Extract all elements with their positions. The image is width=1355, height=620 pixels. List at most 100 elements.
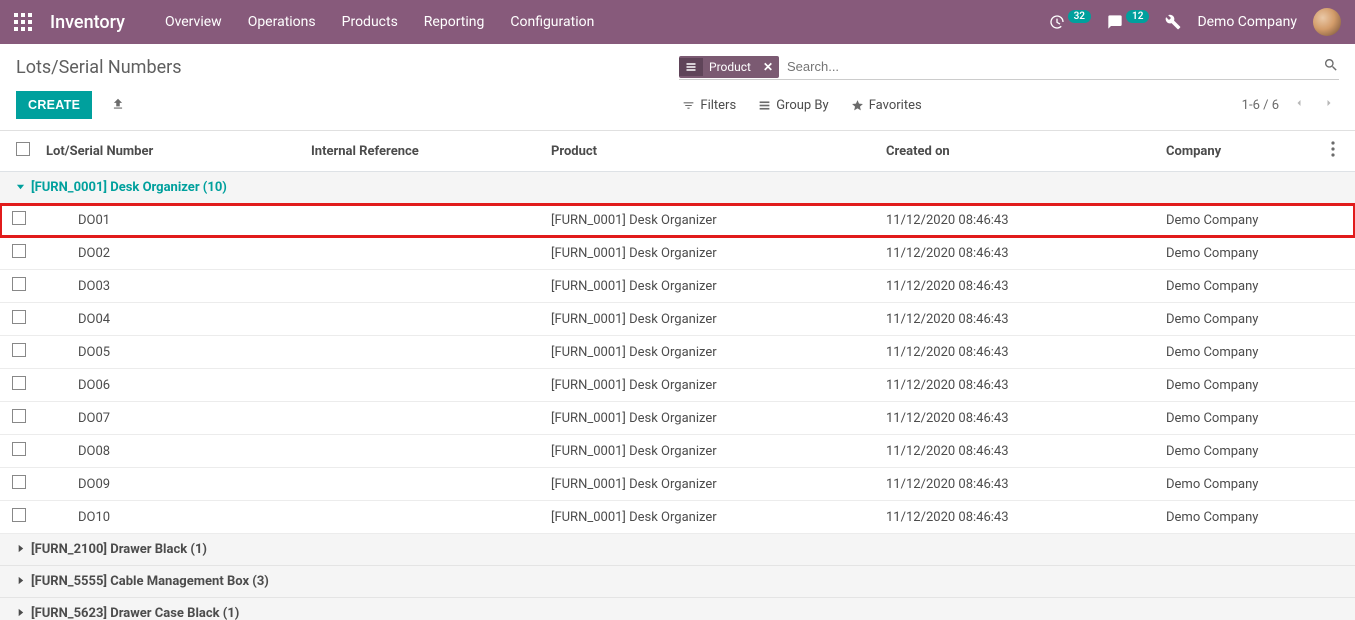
cell-lot: DO06 (38, 369, 303, 402)
filters-label: Filters (700, 98, 736, 113)
col-ref[interactable]: Internal Reference (303, 131, 543, 172)
activity-icon[interactable]: 32 (1049, 14, 1091, 30)
menu-configuration[interactable]: Configuration (510, 14, 594, 30)
table-row[interactable]: DO06 [FURN_0001] Desk Organizer11/12/2020… (0, 369, 1355, 402)
table-row[interactable]: DO10[FURN_0001] Desk Organizer11/12/2020… (0, 501, 1355, 534)
row-checkbox[interactable] (12, 409, 26, 423)
cell-lot: DO09 (38, 468, 303, 501)
pager-count: 1-6 / 6 (1242, 98, 1279, 113)
table-row[interactable]: DO07[FURN_0001] Desk Organizer11/12/2020… (0, 402, 1355, 435)
table-row[interactable]: DO03[FURN_0001] Desk Organizer11/12/2020… (0, 270, 1355, 303)
cell-ref (303, 501, 543, 534)
cell-ref (303, 303, 543, 336)
create-button[interactable]: CREATE (16, 91, 92, 119)
user-avatar[interactable] (1313, 8, 1341, 36)
pager-prev[interactable] (1289, 93, 1309, 117)
list-view: Lot/Serial Number Internal Reference Pro… (0, 131, 1355, 620)
group-row[interactable]: [FURN_5555] Cable Management Box (3) (0, 566, 1355, 598)
cell-ref (303, 270, 543, 303)
table-row[interactable]: DO08[FURN_0001] Desk Organizer11/12/2020… (0, 435, 1355, 468)
row-checkbox[interactable] (12, 343, 26, 357)
row-checkbox[interactable] (12, 442, 26, 456)
cell-ref (303, 204, 543, 237)
cell-ref (303, 402, 543, 435)
table-header-row: Lot/Serial Number Internal Reference Pro… (0, 131, 1355, 172)
lots-table: Lot/Serial Number Internal Reference Pro… (0, 131, 1355, 620)
search-bar: Product ✕ (679, 54, 1339, 80)
cell-company: Demo Company (1158, 303, 1319, 336)
menu-operations[interactable]: Operations (248, 14, 316, 30)
cell-company: Demo Company (1158, 270, 1319, 303)
group-row[interactable]: [FURN_2100] Drawer Black (1) (0, 534, 1355, 566)
search-input[interactable] (779, 56, 1319, 77)
favorites-label: Favorites (869, 98, 922, 113)
column-options-icon[interactable] (1331, 141, 1335, 161)
favorites-button[interactable]: Favorites (851, 98, 922, 113)
cell-ref (303, 237, 543, 270)
cell-ref (303, 336, 543, 369)
table-row[interactable]: DO04[FURN_0001] Desk Organizer11/12/2020… (0, 303, 1355, 336)
table-row[interactable]: DO02[FURN_0001] Desk Organizer11/12/2020… (0, 237, 1355, 270)
cell-lot: DO08 (38, 435, 303, 468)
cell-lot: DO03 (38, 270, 303, 303)
messaging-icon[interactable]: 12 (1107, 14, 1149, 30)
cell-product: [FURN_0001] Desk Organizer (543, 204, 878, 237)
col-created[interactable]: Created on (878, 131, 1158, 172)
activity-badge: 32 (1068, 10, 1091, 23)
cell-created: 11/12/2020 08:46:43 (878, 435, 1158, 468)
cell-lot: DO01 (38, 204, 303, 237)
table-row[interactable]: DO09[FURN_0001] Desk Organizer11/12/2020… (0, 468, 1355, 501)
select-all-checkbox[interactable] (16, 142, 30, 156)
cell-company: Demo Company (1158, 468, 1319, 501)
cell-lot: DO05 (38, 336, 303, 369)
menu-reporting[interactable]: Reporting (424, 14, 485, 30)
row-checkbox[interactable] (12, 508, 26, 522)
col-lot[interactable]: Lot/Serial Number (38, 131, 303, 172)
cell-lot: DO02 (38, 237, 303, 270)
app-title[interactable]: Inventory (50, 12, 125, 33)
cell-product: [FURN_0001] Desk Organizer (543, 303, 878, 336)
facet-label: Product (703, 60, 757, 74)
group-row[interactable]: [FURN_0001] Desk Organizer (10) (0, 172, 1355, 204)
table-row[interactable]: DO01 [FURN_0001] Desk Organizer11/12/2020… (0, 204, 1355, 237)
row-checkbox[interactable] (12, 376, 26, 390)
cell-product: [FURN_0001] Desk Organizer (543, 369, 878, 402)
cell-company: Demo Company (1158, 204, 1319, 237)
cell-created: 11/12/2020 08:46:43 (878, 336, 1158, 369)
col-company[interactable]: Company (1158, 131, 1319, 172)
main-menu: Overview Operations Products Reporting C… (165, 14, 594, 30)
cell-company: Demo Company (1158, 402, 1319, 435)
row-checkbox[interactable] (12, 277, 26, 291)
cell-product: [FURN_0001] Desk Organizer (543, 237, 878, 270)
filters-button[interactable]: Filters (682, 98, 736, 113)
table-row[interactable]: DO05[FURN_0001] Desk Organizer11/12/2020… (0, 336, 1355, 369)
nav-right: 32 12 Demo Company (1049, 8, 1341, 36)
menu-overview[interactable]: Overview (165, 14, 222, 30)
cell-company: Demo Company (1158, 336, 1319, 369)
col-product[interactable]: Product (543, 131, 878, 172)
group-row[interactable]: [FURN_5623] Drawer Case Black (1) (0, 598, 1355, 620)
caret-right-icon (16, 542, 25, 557)
row-checkbox[interactable] (12, 310, 26, 324)
apps-icon[interactable] (14, 13, 32, 31)
control-bar: Lots/Serial Numbers Product ✕ CREATE (0, 44, 1355, 131)
row-checkbox[interactable] (12, 475, 26, 489)
cell-created: 11/12/2020 08:46:43 (878, 402, 1158, 435)
list-icon (758, 99, 771, 112)
search-icon[interactable] (1323, 57, 1339, 77)
cell-created: 11/12/2020 08:46:43 (878, 369, 1158, 402)
row-checkbox[interactable] (12, 244, 26, 258)
cell-created: 11/12/2020 08:46:43 (878, 204, 1158, 237)
star-icon (851, 99, 864, 112)
groupby-button[interactable]: Group By (758, 98, 829, 113)
facet-remove[interactable]: ✕ (757, 60, 779, 74)
cell-product: [FURN_0001] Desk Organizer (543, 501, 878, 534)
upload-icon (111, 97, 125, 111)
row-checkbox[interactable] (12, 211, 26, 225)
menu-products[interactable]: Products (342, 14, 398, 30)
pager-next[interactable] (1319, 93, 1339, 117)
groupby-label: Group By (776, 98, 829, 113)
company-selector[interactable]: Demo Company (1197, 14, 1297, 30)
debug-icon[interactable] (1165, 14, 1181, 30)
import-button[interactable] (106, 92, 130, 119)
